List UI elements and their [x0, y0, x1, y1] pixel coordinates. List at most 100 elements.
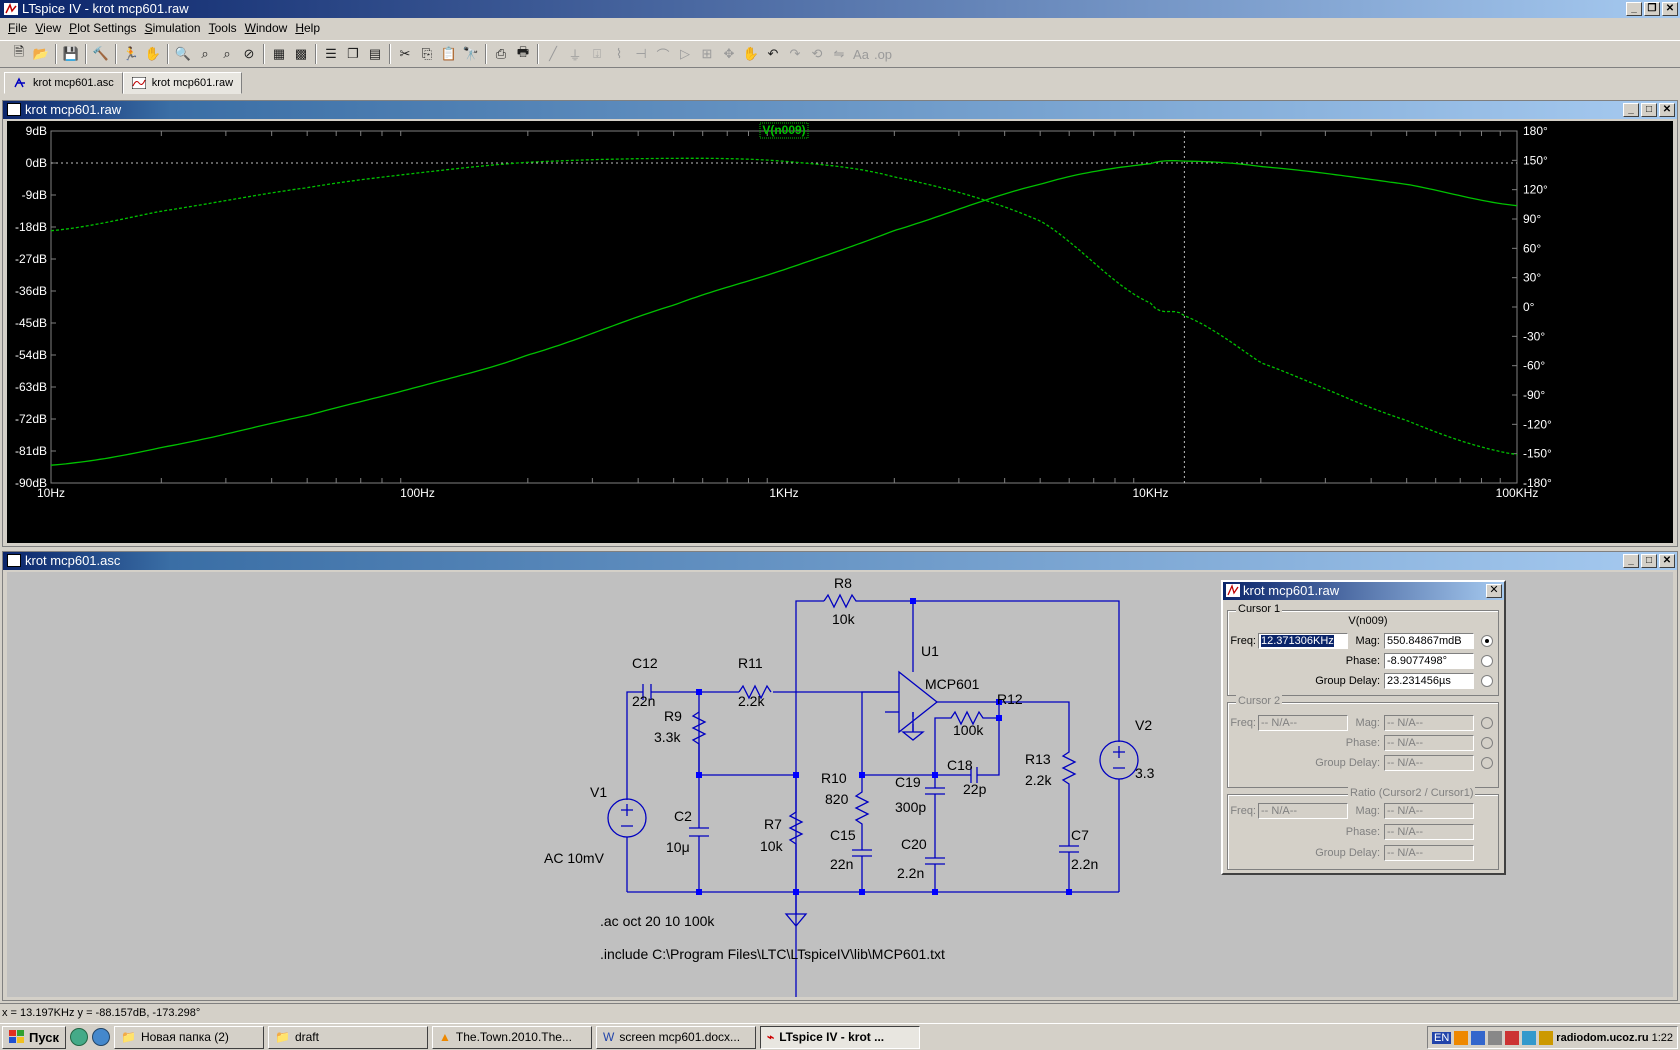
pan-icon[interactable]: ⌕: [194, 43, 216, 65]
resistor-icon[interactable]: ⌇: [608, 43, 630, 65]
ratio-gd-field[interactable]: -- N/A--: [1384, 845, 1474, 861]
plot-minimize-button[interactable]: _: [1623, 103, 1639, 117]
menu-window[interactable]: Window: [241, 21, 292, 35]
text-icon[interactable]: Aa: [850, 43, 872, 65]
tray-icon-tool[interactable]: [1488, 1030, 1503, 1045]
tab-waveform[interactable]: krot mcp601.raw: [122, 72, 243, 94]
ground-icon[interactable]: ⏚: [564, 43, 586, 65]
minimize-button[interactable]: _: [1626, 2, 1642, 16]
cursor2-mag-field[interactable]: -- N/A--: [1384, 715, 1474, 731]
paste-icon[interactable]: 📋: [438, 43, 460, 65]
vlc-tray-icon[interactable]: [1454, 1030, 1469, 1045]
language-indicator[interactable]: EN: [1432, 1031, 1452, 1044]
cursor2-phase-radio[interactable]: [1481, 737, 1493, 749]
tab-schematic[interactable]: krot mcp601.asc: [4, 72, 123, 94]
save-icon[interactable]: 💾: [60, 43, 82, 65]
rotate-icon[interactable]: ⟲: [806, 43, 828, 65]
cursor2-mag-radio[interactable]: [1481, 717, 1493, 729]
start-button[interactable]: Пуск: [2, 1025, 66, 1049]
task-word[interactable]: Wscreen mcp601.docx...: [596, 1025, 756, 1049]
halt-icon[interactable]: ✋: [142, 43, 164, 65]
find-icon[interactable]: 🔭: [460, 43, 482, 65]
cursor1-phase-radio[interactable]: [1481, 655, 1493, 667]
cursor2-gd-radio[interactable]: [1481, 757, 1493, 769]
schem-close-button[interactable]: ✕: [1659, 554, 1675, 568]
drag-icon[interactable]: ✋: [740, 43, 762, 65]
tray-icon-antivirus[interactable]: [1505, 1030, 1520, 1045]
task-vlc[interactable]: ▲ The.Town.2010.The...: [432, 1025, 592, 1049]
zoom-fit-icon[interactable]: ⊘: [238, 43, 260, 65]
cursor1-gd-field[interactable]: 23.231456µs: [1384, 673, 1474, 689]
redo-icon[interactable]: ↷: [784, 43, 806, 65]
zoom-in-icon[interactable]: 🔍: [172, 43, 194, 65]
new-schematic-icon[interactable]: 🗎: [8, 43, 30, 65]
menu-simulation[interactable]: Simulation: [141, 21, 205, 35]
cursor1-mag-radio[interactable]: [1481, 635, 1493, 647]
mirror-icon[interactable]: ⇋: [828, 43, 850, 65]
ie-quicklaunch-icon[interactable]: [92, 1028, 110, 1046]
ratio-mag-field[interactable]: -- N/A--: [1384, 803, 1474, 819]
close-button[interactable]: ✕: [1662, 2, 1678, 16]
maximize-button[interactable]: ❐: [1644, 2, 1660, 16]
task-ltspice[interactable]: ⌁ LTspice IV - krot ...: [760, 1025, 920, 1049]
spice-directive-icon[interactable]: .op: [872, 43, 894, 65]
cursor-dialog-close-button[interactable]: ✕: [1486, 584, 1502, 598]
cascade-icon[interactable]: ❐: [342, 43, 364, 65]
task-folder-new[interactable]: 📁 Новая папка (2): [114, 1025, 264, 1049]
cursor1-phase-field[interactable]: -8.9077498°: [1384, 653, 1474, 669]
tile-horizontal-icon[interactable]: ☰: [320, 43, 342, 65]
zoom-out-icon[interactable]: ⌕: [216, 43, 238, 65]
print-icon[interactable]: 🖶: [512, 43, 534, 65]
move-icon[interactable]: ✥: [718, 43, 740, 65]
run-icon[interactable]: 🏃: [120, 43, 142, 65]
cursor1-gd-radio[interactable]: [1481, 675, 1493, 687]
cut-icon[interactable]: ✂: [394, 43, 416, 65]
component-icon[interactable]: ⊞: [696, 43, 718, 65]
cursor2-phase-field[interactable]: -- N/A--: [1384, 735, 1474, 751]
plot-maximize-button[interactable]: □: [1641, 103, 1657, 117]
browser-quicklaunch-icon[interactable]: [70, 1028, 88, 1046]
task-folder-draft[interactable]: 📁 draft: [268, 1025, 428, 1049]
tray-icon-network[interactable]: [1522, 1030, 1537, 1045]
menu-tools[interactable]: Tools: [205, 21, 241, 35]
menu-plot-settings[interactable]: Plot Settings: [65, 21, 140, 35]
y-left-tick-label: -90dB: [15, 476, 47, 490]
waveform-plot[interactable]: 10Hz 100Hz 1KHz 10KHz 100KHz9dB0dB-9dB-18dB-…: [7, 121, 1673, 543]
y-right-tick-label: 150°: [1523, 153, 1548, 167]
tile-vertical-icon[interactable]: ▤: [364, 43, 386, 65]
add-trace-icon[interactable]: ▩: [290, 43, 312, 65]
c18-value: 22p: [963, 781, 987, 797]
autorange-icon[interactable]: ▦: [268, 43, 290, 65]
diode-icon[interactable]: ▷: [674, 43, 696, 65]
tray-icon-m[interactable]: [1471, 1030, 1486, 1045]
menu-file[interactable]: File: [4, 21, 31, 35]
ltspice-icon: ⌁: [767, 1030, 775, 1044]
include-directive[interactable]: .include C:\Program Files\LTC\LTspiceIV\…: [600, 946, 945, 962]
ac-directive[interactable]: .ac oct 20 10 100k: [600, 913, 715, 929]
menu-view[interactable]: View: [31, 21, 65, 35]
cursor1-mag-field[interactable]: 550.84867mdB: [1384, 633, 1474, 649]
ratio-freq-field[interactable]: -- N/A--: [1258, 803, 1348, 819]
trace-label[interactable]: V(n009): [762, 123, 805, 137]
c2-value: 10μ: [666, 839, 690, 855]
schem-minimize-button[interactable]: _: [1623, 554, 1639, 568]
cursor2-gd-field[interactable]: -- N/A--: [1384, 755, 1474, 771]
cursor1-freq-field[interactable]: 12.371306KHz: [1258, 633, 1348, 649]
copy-icon[interactable]: ⎘: [416, 43, 438, 65]
ratio-phase-field[interactable]: -- N/A--: [1384, 824, 1474, 840]
menu-help[interactable]: Help: [291, 21, 324, 35]
tray-icon-volume[interactable]: [1539, 1030, 1554, 1045]
open-icon[interactable]: 📂: [30, 43, 52, 65]
undo-icon[interactable]: ↶: [762, 43, 784, 65]
print-preview-icon[interactable]: ⎙: [490, 43, 512, 65]
r12-value: 100k: [953, 722, 984, 738]
cursor2-freq-field[interactable]: -- N/A--: [1258, 715, 1348, 731]
plot-close-button[interactable]: ✕: [1659, 103, 1675, 117]
wire-icon[interactable]: ╱: [542, 43, 564, 65]
label-net-icon[interactable]: ⍗: [586, 43, 608, 65]
schem-maximize-button[interactable]: □: [1641, 554, 1657, 568]
inductor-icon[interactable]: ⌒: [652, 43, 674, 65]
c20-value: 2.2n: [897, 865, 924, 881]
capacitor-icon[interactable]: ⊣: [630, 43, 652, 65]
control-panel-icon[interactable]: 🔨: [90, 43, 112, 65]
